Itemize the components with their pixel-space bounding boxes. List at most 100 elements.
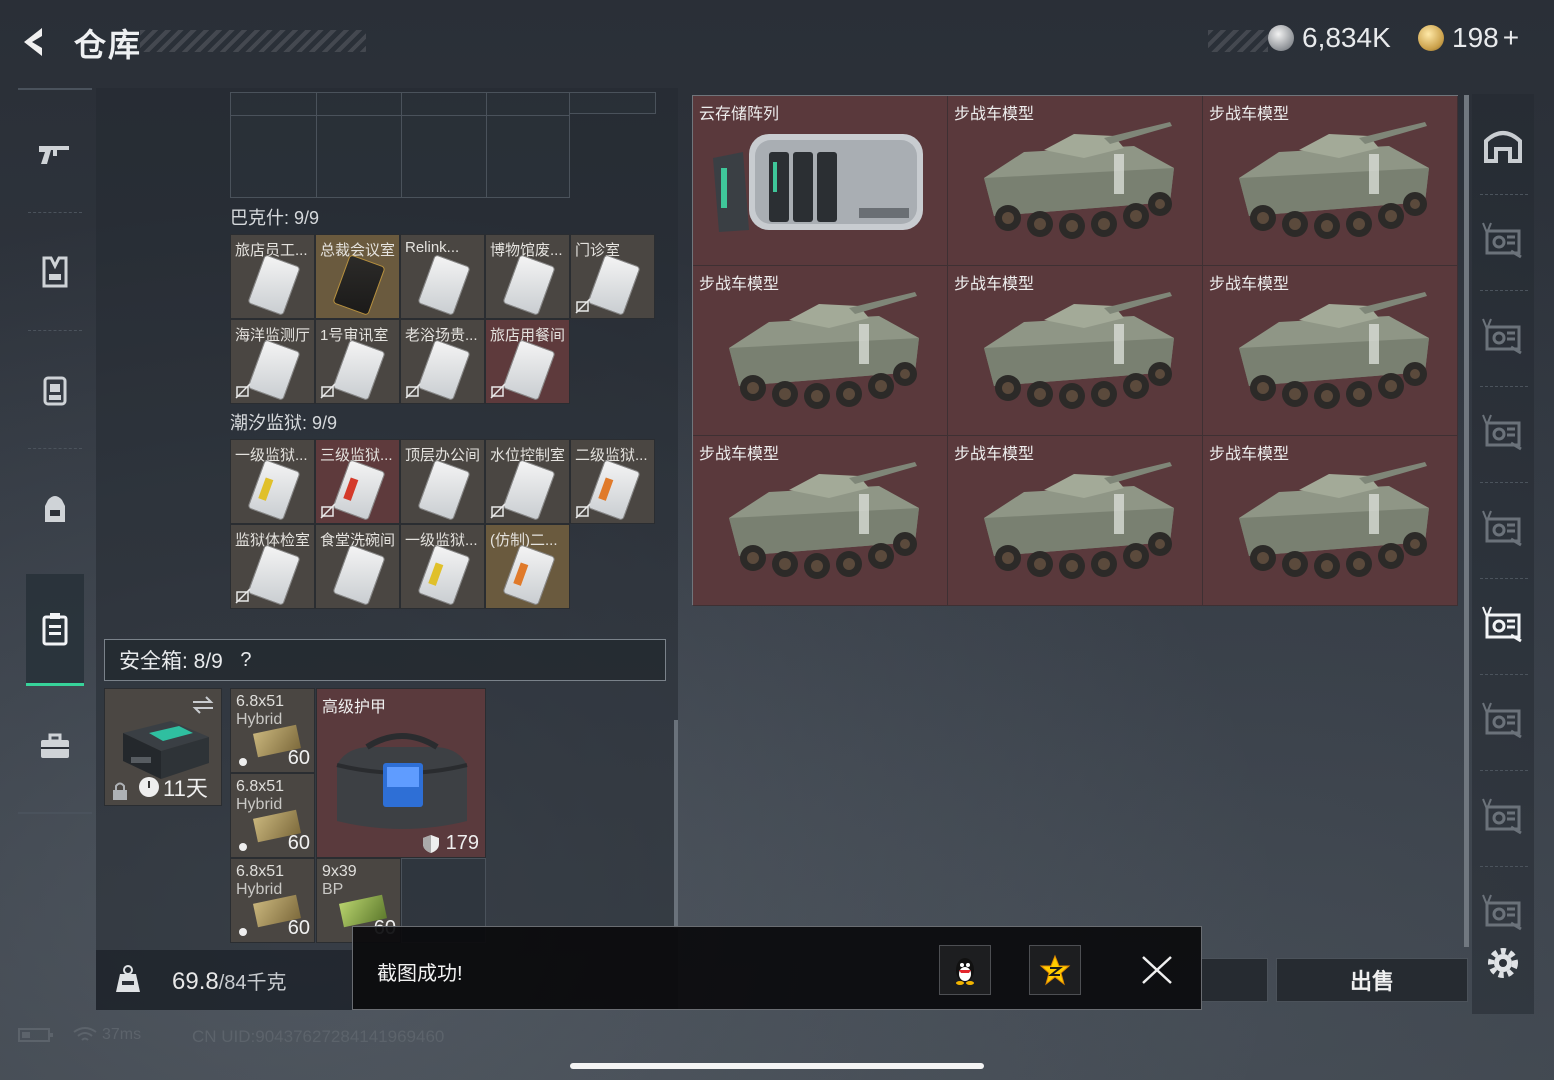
keycard-stripe bbox=[343, 477, 359, 501]
keycard-item[interactable]: 一级监狱... bbox=[400, 524, 485, 609]
storage-item-ifv-model[interactable]: 步战车模型 bbox=[693, 436, 948, 606]
share-qzone-button[interactable] bbox=[1029, 945, 1081, 995]
keycard-item[interactable]: 监狱体检室 bbox=[230, 524, 315, 609]
armor-slot[interactable]: 高级护甲 179 bbox=[316, 688, 486, 858]
ifv-model-icon bbox=[984, 462, 1174, 579]
storage-page-tabs bbox=[1472, 94, 1534, 1014]
nav-briefcase[interactable] bbox=[18, 690, 92, 802]
tab-storage-page[interactable] bbox=[1478, 216, 1528, 266]
ifv-model-icon bbox=[729, 462, 919, 579]
keycard-icon bbox=[332, 339, 386, 401]
gold-currency[interactable]: 198 + bbox=[1418, 22, 1519, 54]
nav-armor[interactable] bbox=[18, 216, 92, 328]
shield-icon bbox=[422, 834, 439, 853]
no-trade-icon bbox=[490, 383, 506, 399]
item-name: 步战车模型 bbox=[1209, 276, 1290, 293]
ammo-slot[interactable]: 6.8x51 Hybrid 60 bbox=[230, 773, 315, 858]
weight-indicator: 69.8/84千克 bbox=[96, 950, 354, 1010]
keycard-item[interactable]: 一级监狱... bbox=[230, 439, 315, 524]
item-name: 云存储阵列 bbox=[699, 106, 780, 123]
storage-item-ifv-model[interactable]: 步战车模型 bbox=[693, 266, 948, 436]
keycard-item[interactable]: 旅店员工... bbox=[230, 234, 315, 319]
keycard-item[interactable]: 水位控制室 bbox=[485, 439, 570, 524]
storage-tab-icon bbox=[1482, 606, 1522, 643]
panel-scrollbar[interactable] bbox=[674, 720, 678, 928]
ammo-slot[interactable]: 6.8x51 Hybrid 60 bbox=[230, 688, 315, 773]
gear-icon[interactable] bbox=[1484, 944, 1522, 982]
no-trade-icon bbox=[235, 383, 251, 399]
secondary-button[interactable] bbox=[1200, 958, 1268, 1002]
silver-currency: 6,834K bbox=[1268, 22, 1391, 54]
keycard-item[interactable]: 1号审讯室 bbox=[315, 319, 400, 404]
weight-current: 69.8 bbox=[172, 968, 219, 995]
share-qq-button[interactable] bbox=[939, 945, 991, 995]
tab-storage-page[interactable] bbox=[1478, 696, 1528, 746]
gold-coin-icon bbox=[1418, 25, 1444, 51]
close-icon[interactable] bbox=[1139, 951, 1175, 987]
item-name: 步战车模型 bbox=[954, 106, 1035, 123]
ammo-caliber: 9x39 bbox=[322, 863, 357, 880]
safebox-case-slot[interactable]: 11天 bbox=[104, 688, 222, 806]
keycard-item[interactable]: 三级监狱... bbox=[315, 439, 400, 524]
storage-item-ifv-model[interactable]: 步战车模型 bbox=[948, 266, 1203, 436]
add-currency-button[interactable]: + bbox=[1503, 22, 1519, 54]
tab-storage-page[interactable] bbox=[1478, 792, 1528, 842]
no-trade-icon bbox=[490, 503, 506, 519]
keycard-item[interactable]: 顶层办公间 bbox=[400, 439, 485, 524]
keycard-item[interactable]: 老浴场贵... bbox=[400, 319, 485, 404]
storage-grid: 云存储阵列 步战车模型 步战车模型 步战车模型 步战车模型 步战车模型 步战车模型 步战车模型… bbox=[692, 95, 1458, 606]
keycard-stripe bbox=[598, 477, 614, 501]
keycard-item[interactable]: (仿制)二... bbox=[485, 524, 570, 609]
storage-item-ifv-model[interactable]: 步战车模型 bbox=[1203, 436, 1458, 606]
keycard-item[interactable]: 总裁会议室 bbox=[315, 234, 400, 319]
keycard-icon bbox=[332, 544, 386, 606]
tab-storage-page[interactable] bbox=[1478, 888, 1528, 938]
keycard-item[interactable]: 二级监狱... bbox=[570, 439, 655, 524]
tab-divider bbox=[1480, 290, 1528, 291]
nav-chest-rig[interactable] bbox=[18, 334, 92, 446]
ifv-model-icon bbox=[1239, 122, 1429, 239]
chest-rig-icon bbox=[43, 376, 67, 406]
storage-item-ifv-model[interactable]: 步战车模型 bbox=[1203, 266, 1458, 436]
nav-keycard-case[interactable] bbox=[26, 574, 84, 686]
nav-weapons[interactable] bbox=[18, 98, 92, 210]
armor-name: 高级护甲 bbox=[322, 699, 387, 716]
keycard-stripe bbox=[258, 477, 274, 501]
weight-capacity: /84千克 bbox=[218, 972, 287, 994]
keycard-item[interactable]: Relink... bbox=[400, 234, 485, 319]
help-button[interactable]: ? bbox=[233, 647, 259, 673]
ifv-model-icon bbox=[729, 292, 919, 409]
ifv-model-icon bbox=[984, 122, 1174, 239]
tab-storage-page[interactable] bbox=[1478, 408, 1528, 458]
back-button[interactable] bbox=[16, 22, 56, 62]
ammo-slot[interactable]: 6.8x51 Hybrid 60 bbox=[230, 858, 315, 943]
backpack-icon bbox=[45, 496, 65, 522]
keycard-stripe bbox=[513, 562, 529, 586]
storage-item-cloud-array[interactable]: 云存储阵列 bbox=[693, 96, 948, 266]
item-name: 步战车模型 bbox=[954, 446, 1035, 463]
tab-storage-page[interactable] bbox=[1478, 600, 1528, 650]
storage-scrollbar[interactable] bbox=[1464, 95, 1469, 947]
ammo-caliber: 6.8x51 bbox=[236, 778, 285, 795]
keycard-icon bbox=[332, 459, 386, 521]
nav-backpack[interactable] bbox=[18, 452, 92, 564]
keycard-item[interactable]: 博物馆废... bbox=[485, 234, 570, 319]
tab-storage-page[interactable] bbox=[1478, 312, 1528, 362]
sell-button[interactable]: 出售 bbox=[1276, 958, 1468, 1002]
item-name: 步战车模型 bbox=[699, 446, 780, 463]
storage-item-ifv-model[interactable]: 步战车模型 bbox=[1203, 96, 1458, 266]
swap-icon[interactable] bbox=[191, 695, 215, 715]
keycard-item[interactable]: 门诊室 bbox=[570, 234, 655, 319]
home-indicator[interactable] bbox=[570, 1063, 984, 1069]
item-name: 步战车模型 bbox=[699, 276, 780, 293]
armor-durability-value: 179 bbox=[445, 832, 479, 854]
storage-item-ifv-model[interactable]: 步战车模型 bbox=[948, 436, 1203, 606]
tab-storage-page[interactable] bbox=[1478, 504, 1528, 554]
keycard-item[interactable]: 海洋监测厅 bbox=[230, 319, 315, 404]
keycard-icon bbox=[417, 254, 471, 316]
keycard-item[interactable]: 旅店用餐间 bbox=[485, 319, 570, 404]
storage-item-ifv-model[interactable]: 步战车模型 bbox=[948, 96, 1203, 266]
keycard-item[interactable]: 食堂洗碗间 bbox=[315, 524, 400, 609]
storage-tab-icon bbox=[1482, 222, 1522, 259]
tab-home[interactable] bbox=[1478, 120, 1528, 170]
